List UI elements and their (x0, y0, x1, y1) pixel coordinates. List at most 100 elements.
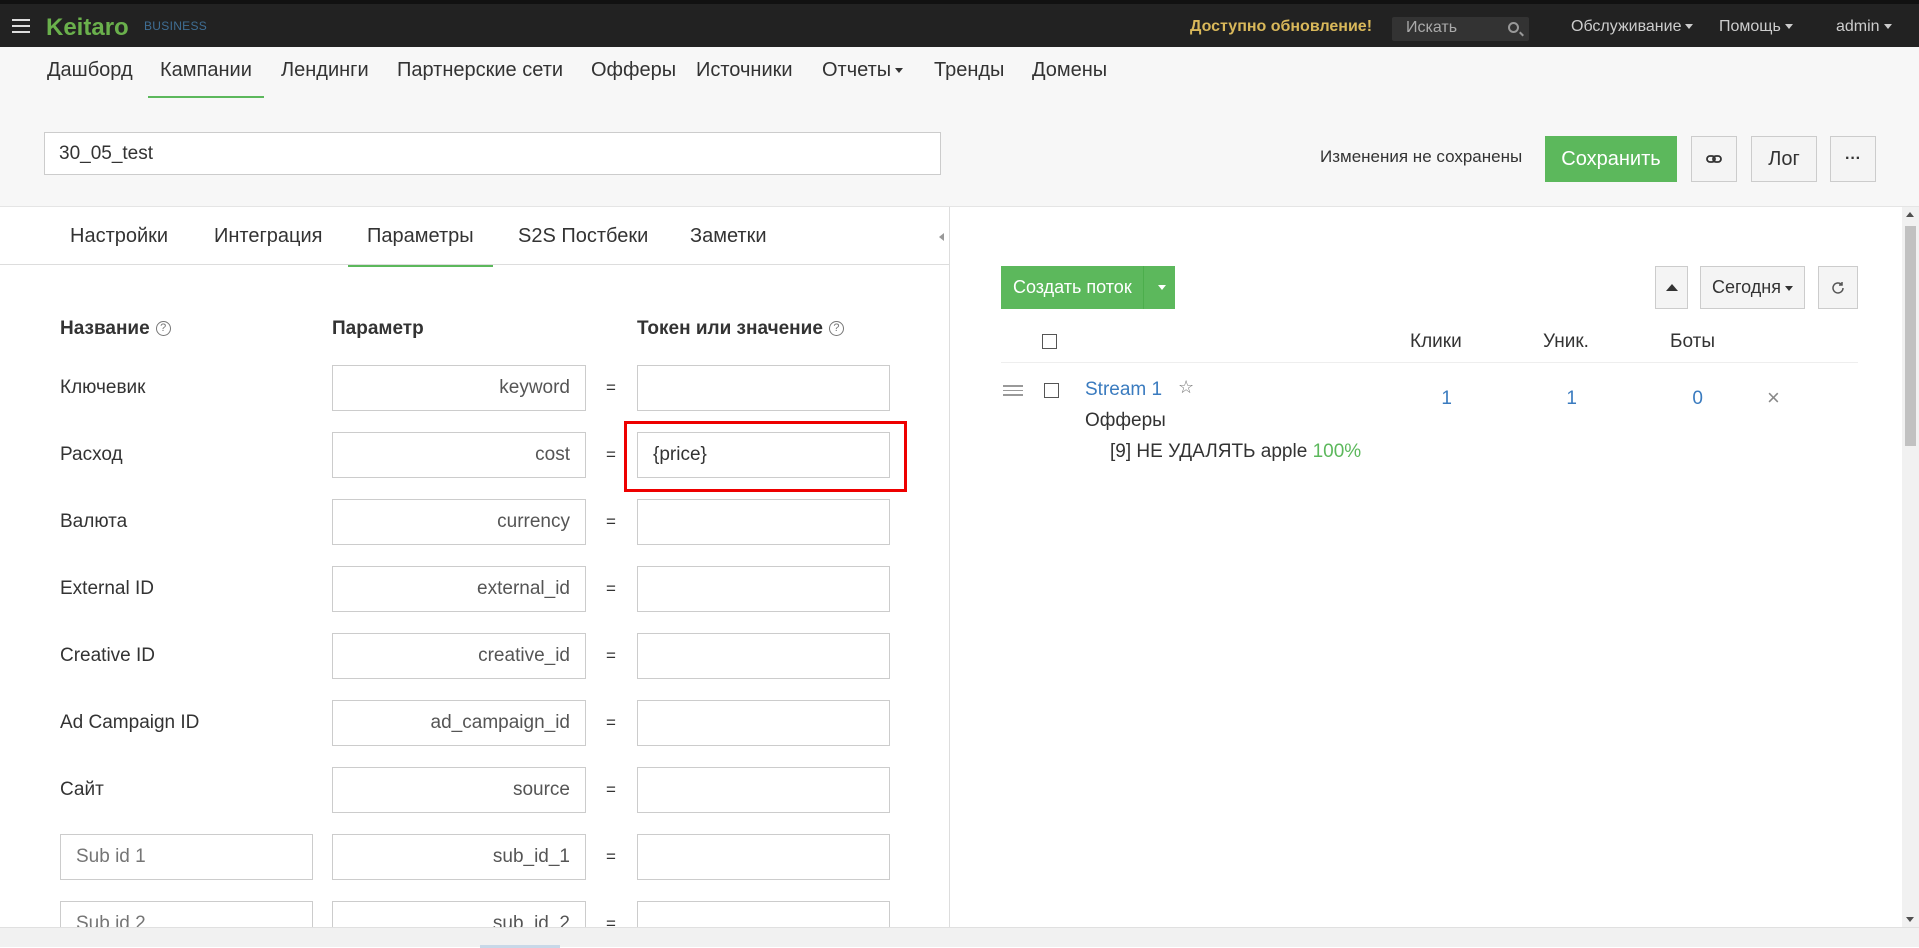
user-menu[interactable]: admin (1836, 18, 1892, 36)
param-key-input[interactable] (332, 700, 586, 746)
sub-id-name-input[interactable] (60, 901, 313, 927)
unsaved-status: Изменения не сохранены (1320, 147, 1523, 166)
collapse-icon[interactable] (939, 233, 944, 241)
param-row: = (0, 901, 949, 927)
create-stream-button[interactable]: Создать поток (1001, 266, 1175, 309)
tab-s2s-postbacks[interactable]: S2S Постбеки (518, 225, 648, 265)
period-select[interactable]: Сегодня (1700, 266, 1805, 309)
param-row: External ID = (0, 566, 949, 633)
equals-sign: = (606, 713, 616, 732)
nav-reports[interactable]: Отчеты (822, 59, 904, 96)
tab-parameters[interactable]: Параметры (348, 225, 493, 267)
close-icon[interactable]: × (1767, 385, 1780, 411)
chevron-down-icon (1883, 24, 1892, 30)
nav-campaigns[interactable]: Кампании (148, 59, 264, 98)
tab-settings[interactable]: Настройки (70, 225, 168, 265)
help-icon[interactable]: ? (155, 321, 171, 337)
sub-id-name-input[interactable] (60, 834, 313, 880)
nav-offers[interactable]: Офферы (591, 59, 676, 96)
nav-domains[interactable]: Домены (1032, 59, 1107, 96)
log-button[interactable]: Лог (1751, 136, 1817, 182)
param-token-input[interactable] (637, 566, 890, 612)
chevron-down-icon (1685, 24, 1694, 30)
horizontal-scrollbar[interactable] (0, 927, 1919, 948)
equals-sign: = (606, 579, 616, 598)
param-label: Расход (60, 444, 123, 465)
param-label: External ID (60, 578, 154, 599)
tab-integration[interactable]: Интеграция (214, 225, 322, 265)
drag-handle-icon[interactable] (1003, 385, 1023, 399)
service-menu[interactable]: Обслуживание (1571, 18, 1694, 36)
param-token-input[interactable] (637, 901, 890, 927)
param-row: Сайт = (0, 767, 949, 834)
stream-bots[interactable]: 0 (1663, 388, 1703, 410)
param-token-input[interactable] (637, 700, 890, 746)
collapse-up-button[interactable] (1655, 266, 1688, 309)
param-token-input[interactable] (637, 633, 890, 679)
param-key-input[interactable] (332, 566, 586, 612)
offers-label: Офферы (1085, 410, 1166, 431)
equals-sign: = (606, 512, 616, 531)
help-menu[interactable]: Помощь (1719, 18, 1793, 36)
chevron-down-icon (1785, 285, 1793, 291)
select-all-checkbox[interactable] (1042, 334, 1057, 349)
param-key-input[interactable] (332, 633, 586, 679)
main-nav: Дашборд Кампании Лендинги Партнерские се… (0, 47, 1919, 101)
help-icon[interactable]: ? (828, 321, 844, 337)
arrow-up-icon (1665, 284, 1678, 291)
star-icon[interactable]: ☆ (1178, 377, 1194, 398)
refresh-button[interactable] (1818, 266, 1858, 309)
nav-sources[interactable]: Источники (696, 59, 793, 96)
edition-label: BUSINESS (144, 19, 208, 33)
scroll-thumb[interactable] (1905, 226, 1916, 446)
campaign-name-input[interactable] (44, 132, 941, 175)
nav-affiliate-networks[interactable]: Партнерские сети (397, 59, 563, 96)
param-key-input[interactable] (332, 834, 586, 880)
more-button[interactable]: ··· (1830, 136, 1876, 182)
param-key-input[interactable] (332, 499, 586, 545)
param-row: Ad Campaign ID = (0, 700, 949, 767)
scroll-up-icon[interactable] (1906, 212, 1914, 217)
tab-notes[interactable]: Заметки (690, 225, 767, 265)
param-token-input[interactable] (637, 767, 890, 813)
nav-trends[interactable]: Тренды (934, 59, 1004, 96)
param-key-input[interactable] (332, 901, 586, 927)
stream-checkbox[interactable] (1044, 383, 1059, 398)
param-row: = (0, 834, 949, 901)
param-token-input[interactable] (637, 365, 890, 411)
offer-entry: [9] НЕ УДАЛЯТЬ apple 100% (1110, 441, 1361, 463)
param-key-input[interactable] (332, 365, 586, 411)
menu-icon[interactable] (12, 19, 30, 33)
streams-panel: Создать поток Сегодня Клики Уник. Боты S… (951, 207, 1902, 927)
stream-name-link[interactable]: Stream 1 (1085, 379, 1162, 401)
logo[interactable]: Keitaro (46, 14, 129, 42)
param-key-input[interactable] (332, 432, 586, 478)
search-input[interactable]: Искать (1392, 17, 1529, 41)
offer-name: [9] НЕ УДАЛЯТЬ apple (1110, 441, 1308, 462)
col-bots: Боты (1670, 331, 1715, 352)
refresh-icon (1832, 281, 1844, 294)
highlight-box (624, 421, 907, 492)
param-token-input[interactable] (637, 499, 890, 545)
param-label: Creative ID (60, 645, 156, 666)
chevron-down-icon (1784, 24, 1793, 30)
nav-landings[interactable]: Лендинги (281, 59, 369, 96)
create-stream-dropdown[interactable] (1143, 266, 1175, 309)
vertical-scrollbar[interactable] (1902, 207, 1919, 927)
scroll-down-icon[interactable] (1906, 917, 1914, 922)
nav-dashboard[interactable]: Дашборд (47, 59, 133, 96)
param-token-input[interactable] (637, 834, 890, 880)
search-icon[interactable] (1508, 22, 1519, 33)
stream-clicks[interactable]: 1 (1412, 388, 1452, 410)
link-button[interactable] (1691, 136, 1737, 182)
param-label: Валюта (60, 511, 128, 532)
stream-unique[interactable]: 1 (1537, 388, 1577, 410)
link-icon (1706, 155, 1722, 163)
save-button[interactable]: Сохранить (1545, 136, 1677, 182)
param-label: Ad Campaign ID (60, 712, 200, 733)
param-key-input[interactable] (332, 767, 586, 813)
param-label: Сайт (60, 779, 104, 800)
chevron-down-icon (1157, 285, 1166, 290)
update-notice[interactable]: Доступно обновление! (1190, 18, 1372, 36)
stream-row: Stream 1 ☆ Офферы [9] НЕ УДАЛЯТЬ apple 1… (1001, 363, 1858, 463)
